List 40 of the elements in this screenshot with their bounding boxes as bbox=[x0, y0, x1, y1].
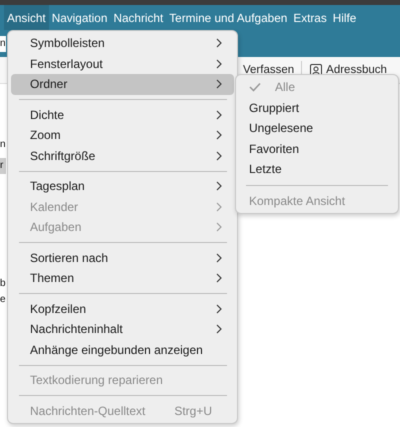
menu-item[interactable]: Schriftgröße bbox=[11, 146, 234, 166]
text-fragment: r bbox=[0, 158, 6, 174]
chevron-right-icon bbox=[216, 38, 222, 48]
menu-item[interactable]: Letzte bbox=[239, 159, 395, 180]
menu-item[interactable]: Dichte bbox=[11, 104, 234, 125]
chevron-right-icon bbox=[216, 130, 222, 140]
menu-item[interactable]: Ungelesene bbox=[239, 118, 395, 138]
chevron-right-icon bbox=[216, 79, 222, 90]
menu-item[interactable]: Themen bbox=[11, 268, 234, 288]
menu-item[interactable]: Sortieren nach bbox=[11, 248, 234, 268]
menubar-item[interactable]: Ansicht bbox=[4, 5, 49, 30]
menubar-item[interactable]: Termine und Aufgaben bbox=[166, 5, 290, 30]
chevron-right-icon bbox=[216, 58, 222, 69]
menu-item[interactable]: Favoriten bbox=[239, 138, 395, 159]
chevron-right-icon bbox=[216, 181, 222, 192]
checkmark-icon bbox=[249, 82, 261, 92]
chevron-right-icon bbox=[216, 110, 222, 120]
menubar-item[interactable]: Extras bbox=[290, 5, 330, 30]
chevron-right-icon bbox=[216, 252, 222, 263]
menu-item[interactable]: Nachrichteninhalt bbox=[11, 319, 234, 340]
menu-item[interactable]: Zoom bbox=[11, 125, 234, 146]
menu-item[interactable]: Symbolleisten bbox=[11, 33, 234, 54]
menu-item[interactable]: Gruppiert bbox=[239, 98, 395, 118]
menubar-item[interactable]: Nachricht bbox=[110, 5, 166, 30]
menu-item[interactable]: Ordner bbox=[11, 74, 234, 94]
chevron-right-icon bbox=[216, 150, 222, 161]
menu-item[interactable]: Kopfzeilen bbox=[11, 298, 234, 319]
chevron-right-icon bbox=[216, 304, 222, 314]
menu-item[interactable]: Tagesplan bbox=[11, 176, 234, 196]
chevron-right-icon bbox=[216, 222, 222, 232]
chevron-right-icon bbox=[216, 273, 222, 284]
shortcut-label: Strg+U bbox=[174, 404, 213, 418]
menubar-item[interactable]: Navigation bbox=[48, 5, 110, 30]
text-fragment: n bbox=[0, 36, 6, 52]
chevron-right-icon bbox=[216, 324, 222, 334]
menu-item[interactable]: Anhänge eingebunden anzeigen bbox=[11, 340, 234, 360]
chevron-right-icon bbox=[216, 202, 222, 212]
menu-item[interactable]: Fensterlayout bbox=[11, 54, 234, 74]
toolbar-button[interactable]: Verfassen bbox=[240, 64, 298, 76]
menubar-item[interactable]: Hilfe bbox=[330, 5, 360, 30]
